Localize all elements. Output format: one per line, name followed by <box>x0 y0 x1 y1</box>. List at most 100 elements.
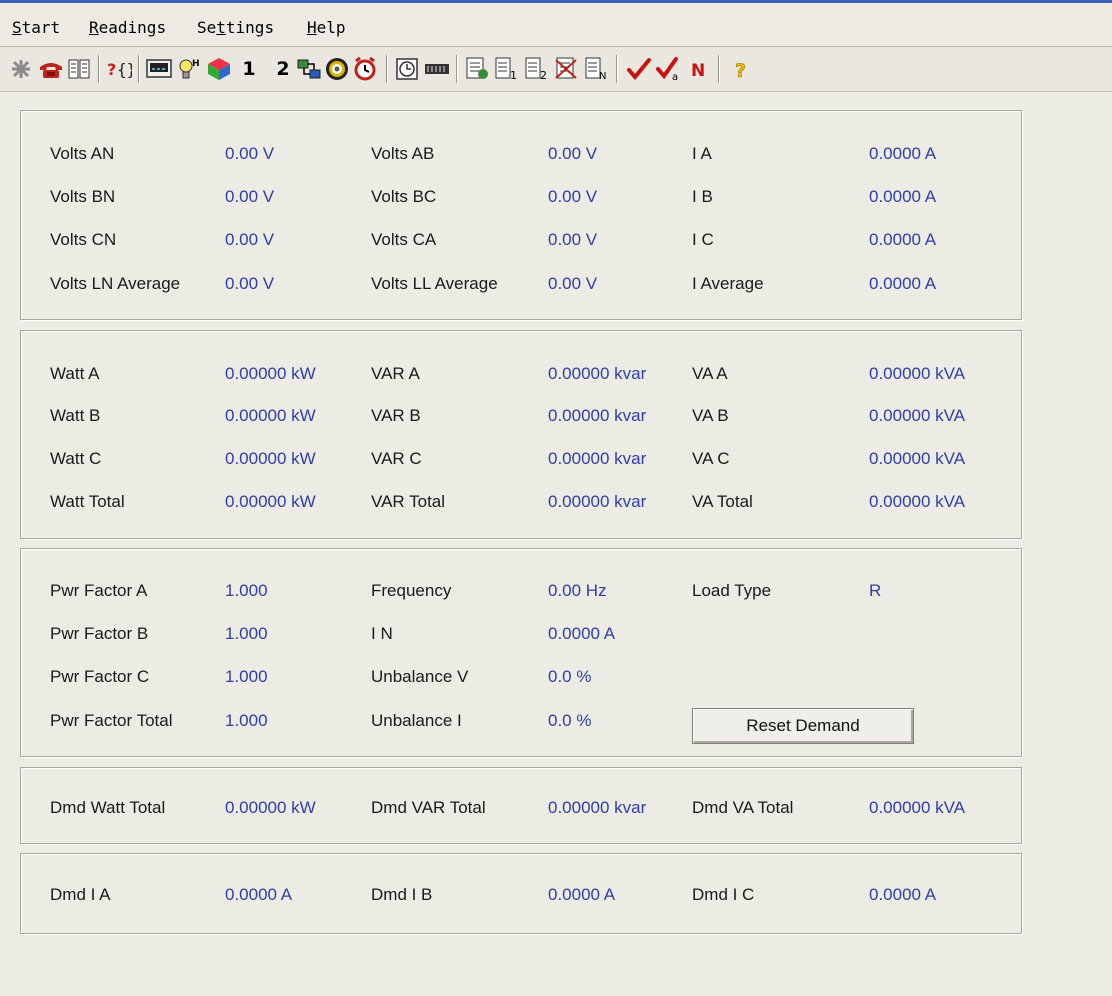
label-dmd-va-total: Dmd VA Total <box>692 798 794 817</box>
log-view-icon[interactable] <box>464 56 490 82</box>
value-dmd-i-a: 0.0000 A <box>225 885 293 904</box>
value-var-c: 0.00000 kvar <box>548 449 647 468</box>
label-i-c: I C <box>692 230 714 249</box>
value-dmd-watt-total: 0.00000 kW <box>225 798 316 817</box>
label-watt-total: Watt Total <box>50 492 125 511</box>
toolbar: ?{} H 1 2 1 2 N a <box>0 47 1112 92</box>
mode-two-button[interactable]: 2 <box>270 56 296 82</box>
window-top-border <box>0 0 1112 3</box>
menu-readings-accel: R <box>89 18 99 37</box>
log-n-icon[interactable]: N <box>584 56 610 82</box>
menu-help-label: elp <box>316 18 346 37</box>
label-volts-bc: Volts BC <box>371 187 437 206</box>
lamp-icon[interactable]: H <box>176 56 202 82</box>
mode-one-button[interactable]: 1 <box>236 56 262 82</box>
value-load-type: R <box>869 581 882 600</box>
svg-text:?: ? <box>107 60 116 79</box>
value-volts-bn: 0.00 V <box>225 187 275 206</box>
value-volts-ll-average: 0.00 V <box>548 274 598 293</box>
value-volts-ab: 0.00 V <box>548 144 598 163</box>
label-volts-ll-average: Volts LL Average <box>371 274 498 293</box>
value-volts-bc: 0.00 V <box>548 187 598 206</box>
label-va-c: VA C <box>692 449 730 468</box>
svg-text:2: 2 <box>540 69 547 82</box>
label-pwr-factor-b: Pwr Factor B <box>50 624 149 643</box>
log-two-icon[interactable]: 2 <box>524 56 550 82</box>
check-a-icon[interactable]: a <box>656 56 682 82</box>
alarm-clock-icon[interactable] <box>352 56 378 82</box>
value-var-total: 0.00000 kvar <box>548 492 647 511</box>
svg-text:N: N <box>691 61 705 81</box>
value-dmd-va-total: 0.00000 kVA <box>869 798 966 817</box>
reset-demand-button[interactable]: Reset Demand <box>692 708 914 744</box>
value-dmd-i-b: 0.0000 A <box>548 885 616 904</box>
neutral-n-icon[interactable]: N <box>686 56 712 82</box>
phone-icon[interactable] <box>38 56 64 82</box>
label-var-total: VAR Total <box>371 492 446 511</box>
display-meter-icon[interactable] <box>146 56 172 82</box>
device-list-icon[interactable] <box>66 56 92 82</box>
label-watt-c: Watt C <box>50 449 102 468</box>
value-dmd-var-total: 0.00000 kvar <box>548 798 647 817</box>
label-volts-an: Volts AN <box>50 144 115 163</box>
svg-text:a: a <box>672 72 678 82</box>
value-va-a: 0.00000 kVA <box>869 364 966 383</box>
label-i-n: I N <box>371 624 393 643</box>
value-unbalance-v: 0.0 % <box>548 667 592 686</box>
check-icon[interactable] <box>626 56 652 82</box>
menu-settings-label: tings <box>225 18 275 37</box>
label-dmd-i-a: Dmd I A <box>50 885 111 904</box>
label-frequency: Frequency <box>371 581 452 600</box>
query-address-icon[interactable]: ?{} <box>106 56 132 82</box>
component-icon[interactable] <box>206 56 232 82</box>
menu-bar: Start Readings Settings Help <box>0 4 1112 47</box>
timer-icon[interactable] <box>394 56 420 82</box>
help-icon[interactable]: ? <box>728 56 754 82</box>
menu-readings-label: eadings <box>98 18 167 37</box>
svg-text:?: ? <box>735 60 746 81</box>
menu-settings[interactable]: Settings <box>197 18 274 37</box>
network-icon[interactable] <box>296 56 322 82</box>
target-icon[interactable] <box>324 56 350 82</box>
value-i-average: 0.0000 A <box>869 274 937 293</box>
value-frequency: 0.00 Hz <box>548 581 607 600</box>
value-dmd-i-c: 0.0000 A <box>869 885 937 904</box>
label-i-a: I A <box>692 144 712 163</box>
value-var-a: 0.00000 kvar <box>548 364 647 383</box>
label-va-total: VA Total <box>692 492 753 511</box>
value-volts-ln-average: 0.00 V <box>225 274 275 293</box>
value-watt-a: 0.00000 kW <box>225 364 316 383</box>
value-pwr-factor-b: 1.000 <box>225 624 268 643</box>
value-volts-ca: 0.00 V <box>548 230 598 249</box>
value-va-total: 0.00000 kVA <box>869 492 966 511</box>
label-var-b: VAR B <box>371 406 421 425</box>
value-pwr-factor-c: 1.000 <box>225 667 268 686</box>
menu-help[interactable]: Help <box>307 18 346 37</box>
label-var-c: VAR C <box>371 449 422 468</box>
label-unbalance-i: Unbalance I <box>371 711 462 730</box>
label-var-a: VAR A <box>371 364 420 383</box>
memory-icon[interactable] <box>424 56 450 82</box>
value-volts-cn: 0.00 V <box>225 230 275 249</box>
label-volts-cn: Volts CN <box>50 230 117 249</box>
menu-readings[interactable]: Readings <box>89 18 166 37</box>
log-one-icon[interactable]: 1 <box>494 56 520 82</box>
value-var-b: 0.00000 kvar <box>548 406 647 425</box>
menu-start-label: tart <box>21 18 61 37</box>
label-dmd-watt-total: Dmd Watt Total <box>50 798 166 817</box>
menu-settings-pre: Se <box>197 18 217 37</box>
label-dmd-i-b: Dmd I B <box>371 885 433 904</box>
label-volts-ab: Volts AB <box>371 144 435 163</box>
label-i-average: I Average <box>692 274 764 293</box>
value-watt-c: 0.00000 kW <box>225 449 316 468</box>
value-volts-an: 0.00 V <box>225 144 275 163</box>
value-unbalance-i: 0.0 % <box>548 711 592 730</box>
svg-text:N: N <box>599 71 606 82</box>
menu-help-accel: H <box>307 18 317 37</box>
value-i-a: 0.0000 A <box>869 144 937 163</box>
log-clear-icon[interactable] <box>554 56 580 82</box>
disconnect-icon[interactable] <box>8 56 34 82</box>
menu-start-accel: S <box>12 18 22 37</box>
label-va-a: VA A <box>692 364 728 383</box>
menu-start[interactable]: Start <box>12 18 60 37</box>
